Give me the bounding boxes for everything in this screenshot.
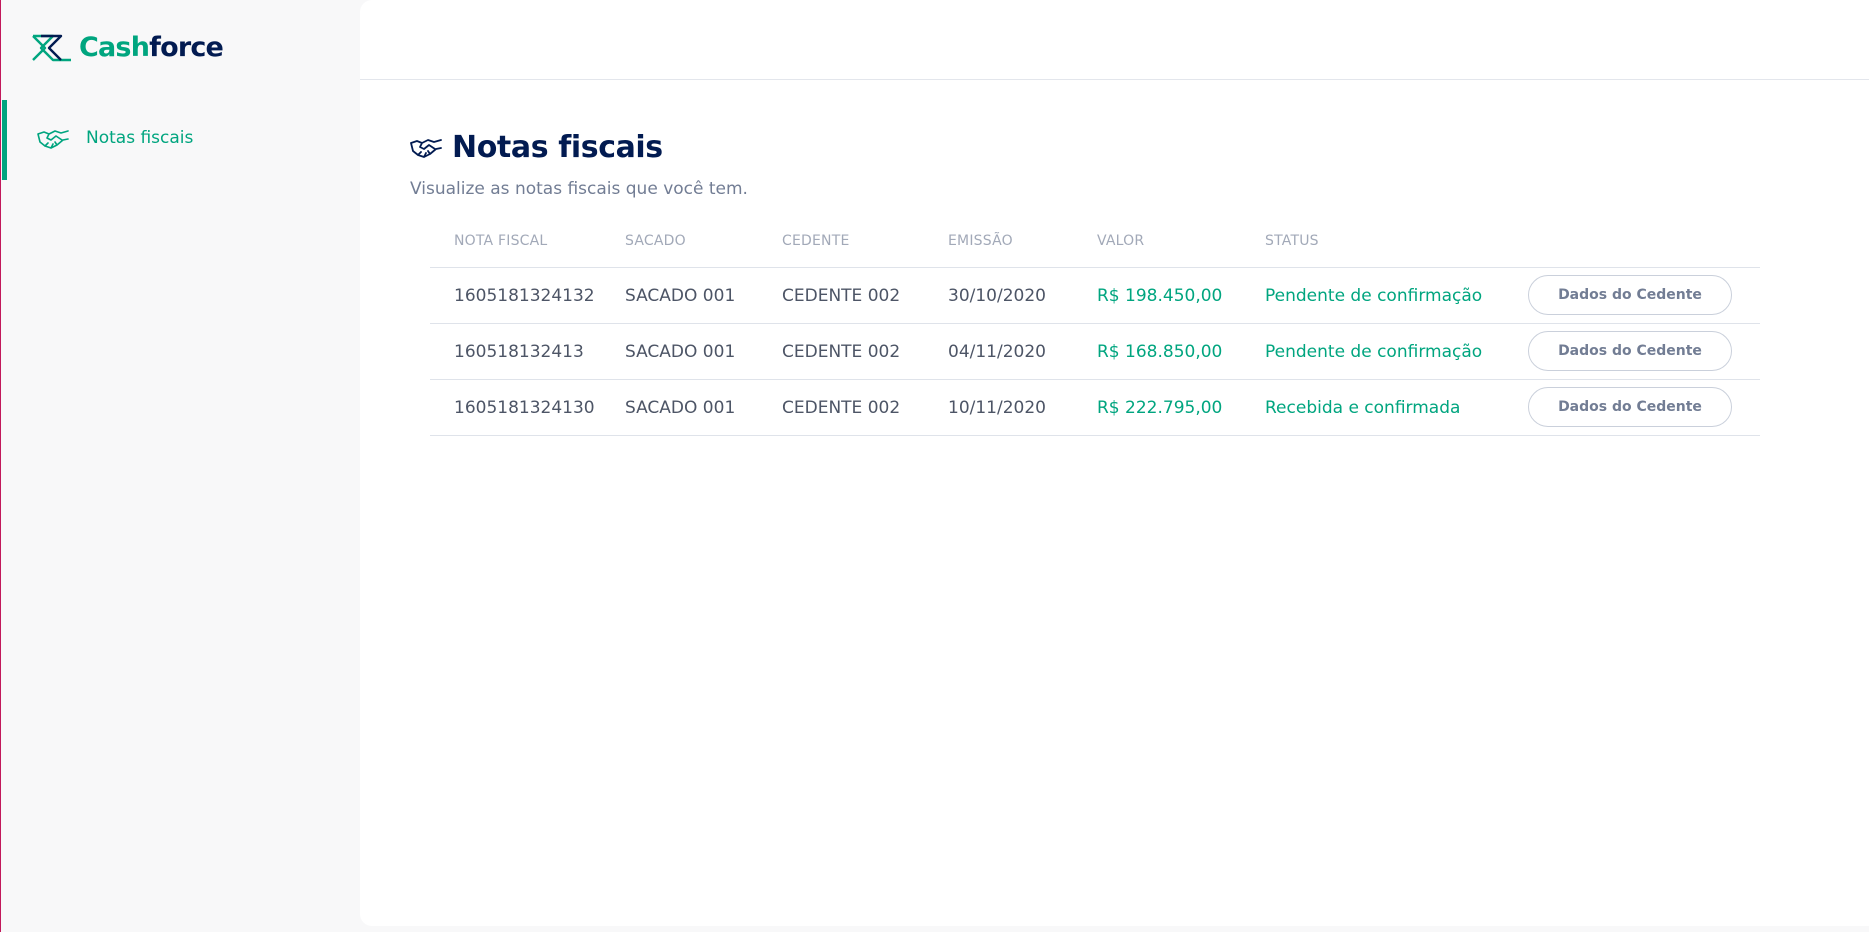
title-row: Notas fiscais <box>410 130 748 165</box>
cell-emissao: 10/11/2020 <box>948 397 1046 418</box>
cell-emissao: 04/11/2020 <box>948 341 1046 362</box>
table-row: 160518132413 SACADO 001 CEDENTE 002 04/1… <box>430 324 1760 380</box>
cell-nota-fiscal: 1605181324132 <box>454 285 595 306</box>
cell-cedente: CEDENTE 002 <box>782 341 901 362</box>
main-content: Notas fiscais Visualize as notas fiscais… <box>360 0 1869 926</box>
cell-nota-fiscal: 1605181324130 <box>454 397 595 418</box>
dados-do-cedente-button[interactable]: Dados do Cedente <box>1528 386 1732 427</box>
page-title: Notas fiscais <box>452 130 663 165</box>
active-indicator <box>2 100 7 180</box>
cell-status: Pendente de confirmação <box>1265 341 1483 362</box>
table-row: 1605181324130 SACADO 001 CEDENTE 002 10/… <box>430 380 1760 436</box>
cell-valor: R$ 168.850,00 <box>1097 341 1223 362</box>
table-row: 1605181324132 SACADO 001 CEDENTE 002 30/… <box>430 268 1760 324</box>
invoices-table: NOTA FISCAL SACADO CEDENTE EMISSÃO VALOR… <box>430 215 1760 436</box>
logo-text-cash: Cash <box>79 31 150 63</box>
top-bar <box>360 0 1869 80</box>
logo-icon <box>32 34 71 62</box>
cell-status: Recebida e confirmada <box>1265 397 1461 418</box>
column-header-emissao[interactable]: EMISSÃO <box>948 233 1013 249</box>
handshake-icon <box>410 138 442 158</box>
column-header-status[interactable]: STATUS <box>1265 233 1319 249</box>
handshake-icon <box>37 130 69 149</box>
sidebar-item-notas-fiscais[interactable]: Notas fiscais <box>1 100 360 180</box>
cell-sacado: SACADO 001 <box>625 341 736 362</box>
cashforce-logo[interactable]: Cashforce <box>31 28 224 66</box>
cell-cedente: CEDENTE 002 <box>782 397 901 418</box>
cell-valor: R$ 222.795,00 <box>1097 397 1223 418</box>
logo-text: Cashforce <box>79 31 224 63</box>
cell-status: Pendente de confirmação <box>1265 285 1483 306</box>
cell-cedente: CEDENTE 002 <box>782 285 901 306</box>
cell-emissao: 30/10/2020 <box>948 285 1046 306</box>
cell-nota-fiscal: 160518132413 <box>454 341 584 362</box>
sidebar: Cashforce Notas fiscais <box>1 0 360 932</box>
cell-valor: R$ 198.450,00 <box>1097 285 1223 306</box>
logo-text-force: force <box>149 31 224 63</box>
table-header: NOTA FISCAL SACADO CEDENTE EMISSÃO VALOR… <box>430 215 1760 268</box>
column-header-cedente[interactable]: CEDENTE <box>782 233 850 249</box>
column-header-nota-fiscal[interactable]: NOTA FISCAL <box>454 233 547 249</box>
sidebar-item-label: Notas fiscais <box>86 128 194 148</box>
cell-sacado: SACADO 001 <box>625 285 736 306</box>
page-subtitle: Visualize as notas fiscais que você tem. <box>410 179 748 199</box>
dados-do-cedente-button[interactable]: Dados do Cedente <box>1528 274 1732 315</box>
column-header-sacado[interactable]: SACADO <box>625 233 686 249</box>
page-header: Notas fiscais Visualize as notas fiscais… <box>410 130 748 199</box>
dados-do-cedente-button[interactable]: Dados do Cedente <box>1528 330 1732 371</box>
column-header-valor[interactable]: VALOR <box>1097 233 1144 249</box>
cell-sacado: SACADO 001 <box>625 397 736 418</box>
